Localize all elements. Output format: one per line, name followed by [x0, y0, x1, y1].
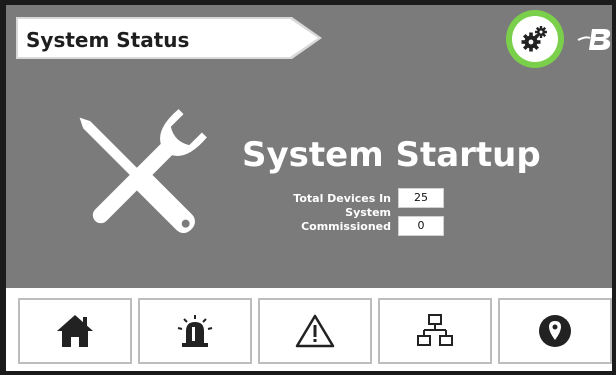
home-icon [57, 315, 93, 347]
warning-icon [295, 314, 335, 348]
network-icon [417, 314, 453, 346]
brand-logo [577, 29, 611, 50]
nav-warning-button[interactable] [258, 298, 372, 364]
tools-icon [79, 109, 207, 233]
nav-location-button[interactable] [498, 298, 612, 364]
nav-network-button[interactable] [378, 298, 492, 364]
commissioned-value: 0 [398, 216, 444, 236]
nav-home-button[interactable] [18, 298, 132, 364]
alarm-light-icon [177, 315, 213, 347]
commissioned-label: Commissioned [301, 220, 391, 233]
gear-icon [521, 26, 547, 52]
bottom-nav [6, 288, 612, 371]
system-status-screen: System Status System Startup Total Devic… [6, 5, 612, 371]
startup-heading: System Startup [242, 135, 541, 175]
nav-alarm-button[interactable] [138, 298, 252, 364]
total-devices-label: Total Devices In System [293, 192, 391, 219]
settings-button[interactable] [506, 10, 564, 68]
total-devices-value: 25 [398, 188, 444, 208]
settings-button-face[interactable] [512, 16, 558, 62]
page-title: System Status [26, 28, 190, 52]
location-pin-icon [539, 315, 571, 347]
